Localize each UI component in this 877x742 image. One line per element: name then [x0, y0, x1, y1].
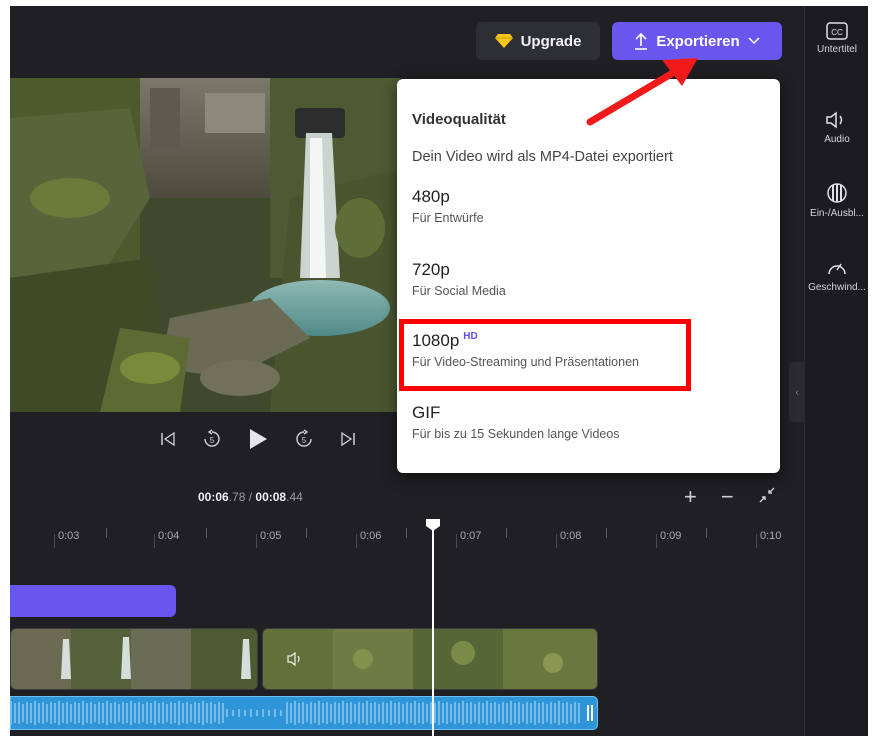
- audio-waveform: [11, 701, 580, 725]
- option-description: Für Social Media: [412, 284, 506, 298]
- forward-5s-button[interactable]: 5: [294, 429, 314, 449]
- ruler-divider: [656, 534, 657, 548]
- ruler-divider: [356, 534, 357, 548]
- skip-end-icon: [341, 431, 355, 447]
- plus-icon: +: [684, 484, 697, 509]
- video-clip-1[interactable]: [10, 628, 258, 690]
- collapse-arrows-icon: [759, 487, 775, 503]
- ruler-tick-label: 0:04: [158, 530, 180, 542]
- forward-icon: 5: [296, 429, 312, 447]
- time-separator: /: [245, 490, 256, 504]
- ruler-divider: [456, 534, 457, 548]
- captions-icon: CC: [826, 22, 848, 40]
- ruler-tick: [206, 528, 207, 538]
- red-annotation-arrow: [586, 58, 698, 126]
- upgrade-label: Upgrade: [520, 32, 582, 50]
- skip-to-start-button[interactable]: [160, 431, 176, 447]
- ruler-tick-label: 0:03: [58, 530, 80, 542]
- ruler-divider: [556, 534, 557, 548]
- zoom-out-button[interactable]: −: [721, 484, 734, 510]
- fit-timeline-button[interactable]: [758, 484, 776, 510]
- quality-option-gif[interactable]: GIF Für bis zu 15 Sekunden lange Videos: [412, 403, 752, 441]
- option-description: Für Entwürfe: [412, 211, 484, 225]
- rail-item-audio[interactable]: Audio: [805, 110, 868, 145]
- option-name: 480p: [412, 187, 450, 206]
- ruler-tick-label: 0:09: [660, 530, 682, 542]
- rail-item-speed[interactable]: Geschwind...: [805, 258, 868, 293]
- speedometer-icon: [828, 263, 846, 275]
- video-preview[interactable]: [10, 78, 400, 412]
- skip-start-icon: [161, 431, 175, 447]
- ruler-tick: [606, 528, 607, 538]
- highlight-box-1080p: [399, 319, 691, 391]
- ruler-tick-label: 0:08: [560, 530, 582, 542]
- ruler-tick: [306, 528, 307, 538]
- current-time-fraction: .78: [228, 490, 246, 504]
- time-readout: 00:06.78 / 00:08.44: [198, 490, 303, 504]
- ruler-divider: [756, 534, 757, 548]
- current-time: 00:06: [198, 490, 229, 504]
- rail-item-label: Audio: [824, 134, 850, 145]
- rail-item-fade[interactable]: Ein-/Ausbl...: [805, 182, 868, 219]
- quality-option-480p[interactable]: 480p Für Entwürfe: [412, 187, 752, 225]
- menu-subtitle: Dein Video wird als MP4-Datei exportiert: [412, 149, 673, 165]
- rewind-icon: 5: [204, 429, 220, 447]
- text-clip[interactable]: [10, 585, 176, 617]
- timeline-ruler[interactable]: 0:03 0:04 0:05 0:06 0:07 0:08 0:09 0:10: [10, 520, 804, 556]
- zoom-in-button[interactable]: +: [684, 484, 697, 510]
- ruler-divider: [154, 534, 155, 548]
- menu-title: Videoqualität: [412, 111, 506, 128]
- play-button[interactable]: [248, 428, 268, 450]
- rewind-5s-button[interactable]: 5: [202, 429, 222, 449]
- skip-to-end-button[interactable]: [340, 431, 356, 447]
- playback-controls: 5 5: [160, 424, 380, 454]
- total-time-fraction: .44: [286, 490, 303, 504]
- chevron-left-icon: ‹: [795, 386, 799, 398]
- svg-text:5: 5: [302, 436, 307, 445]
- rail-item-captions[interactable]: CC Untertitel: [805, 22, 868, 55]
- zoom-controls: + −: [684, 484, 776, 510]
- diamond-icon: [494, 34, 513, 48]
- option-name: 720p: [412, 260, 450, 279]
- chevron-down-icon: [748, 37, 760, 45]
- audio-clip[interactable]: [10, 696, 598, 730]
- rail-item-label: Ein-/Ausbl...: [810, 208, 864, 219]
- video-editor-window: Upgrade Exportieren CC Untertitel Audio: [10, 6, 868, 736]
- fade-icon: [827, 183, 847, 203]
- rail-item-label: Geschwind...: [808, 282, 866, 293]
- collapse-panel-tab[interactable]: ‹: [789, 362, 805, 422]
- ruler-tick: [106, 528, 107, 538]
- ruler-tick: [706, 528, 707, 538]
- playhead-handle[interactable]: [425, 518, 441, 532]
- audio-trim-handle[interactable]: [587, 705, 593, 721]
- video-thumbnail-strip: [11, 629, 257, 689]
- svg-text:CC: CC: [831, 28, 843, 37]
- svg-text:5: 5: [210, 436, 215, 445]
- ruler-tick-label: 0:06: [360, 530, 382, 542]
- quality-option-720p[interactable]: 720p Für Social Media: [412, 260, 752, 298]
- ruler-tick-label: 0:05: [260, 530, 282, 542]
- speaker-icon: [287, 651, 300, 667]
- minus-icon: −: [720, 484, 734, 509]
- play-icon: [250, 429, 267, 449]
- total-time: 00:08: [255, 490, 287, 504]
- ruler-tick: [406, 528, 407, 538]
- video-thumbnail-strip: [263, 629, 597, 689]
- ruler-divider: [54, 534, 55, 548]
- playhead-line: [432, 524, 434, 736]
- ruler-divider: [256, 534, 257, 548]
- waterfall-scene-image: [10, 78, 400, 412]
- ruler-tick-label: 0:07: [460, 530, 482, 542]
- option-description: Für bis zu 15 Sekunden lange Videos: [412, 427, 620, 441]
- ruler-tick-label: 0:10: [760, 530, 782, 542]
- video-clip-2[interactable]: [262, 628, 598, 690]
- ruler-tick: [506, 528, 507, 538]
- right-tool-rail: CC Untertitel Audio Ein-/Ausbl... Geschw…: [804, 6, 868, 736]
- option-name: GIF: [412, 403, 441, 422]
- speaker-icon: [826, 111, 843, 129]
- rail-item-label: Untertitel: [816, 44, 857, 55]
